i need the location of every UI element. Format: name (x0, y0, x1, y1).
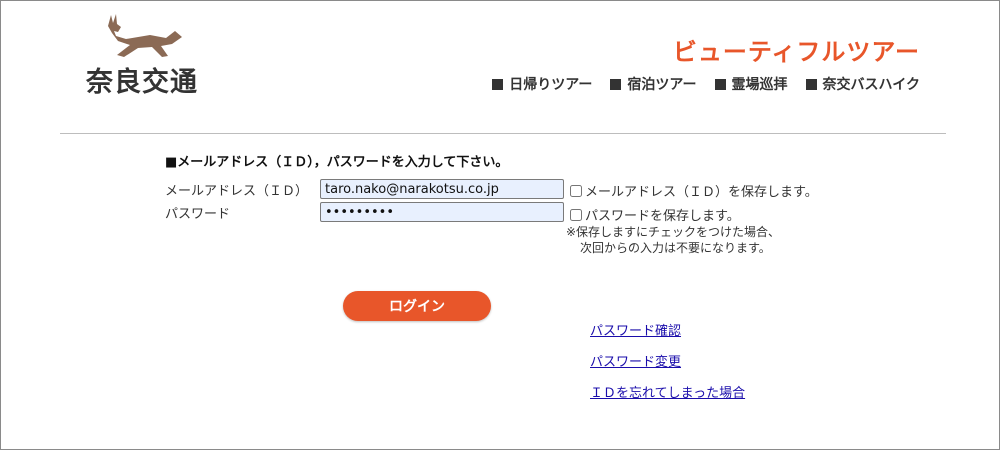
save-password-option: パスワードを保存します。 (570, 205, 740, 224)
save-email-option: メールアドレス（ＩＤ）を保存します。 (570, 181, 818, 200)
nav-item-label: 奈交バスハイク (822, 77, 920, 93)
nav-item-bus-hike[interactable]: 奈交バスハイク (805, 74, 920, 94)
header-divider (60, 133, 946, 134)
tour-nav: 日帰りツアー 宿泊ツアー 霊場巡拝 奈交バスハイク (492, 74, 920, 94)
square-bullet-icon (805, 78, 817, 90)
save-email-label[interactable]: メールアドレス（ＩＤ）を保存します。 (585, 181, 818, 200)
square-bullet-icon (714, 78, 726, 90)
password-change-link[interactable]: パスワード変更 (590, 351, 681, 370)
password-confirm-link[interactable]: パスワード確認 (590, 320, 681, 339)
square-bullet-icon (492, 78, 504, 90)
save-email-checkbox[interactable] (570, 184, 582, 197)
save-password-label[interactable]: パスワードを保存します。 (585, 205, 740, 224)
nav-item-label: 日帰りツアー (509, 77, 593, 93)
nav-item-overnight[interactable]: 宿泊ツアー (610, 74, 697, 94)
password-field[interactable] (320, 202, 564, 222)
nav-item-label: 宿泊ツアー (627, 77, 697, 93)
nav-item-pilgrimage[interactable]: 霊場巡拝 (714, 74, 788, 94)
email-label: メールアドレス（ＩＤ） (165, 184, 309, 199)
login-button[interactable]: ログイン (343, 291, 491, 321)
save-note: ※保存しますにチェックをつけた場合、 次回からの入力は不要になります。 (566, 224, 780, 256)
nav-item-label: 霊場巡拝 (731, 77, 788, 93)
logo-text: 奈良交通 (86, 67, 198, 98)
save-note-line: ※保存しますにチェックをつけた場合、 (566, 225, 781, 239)
forgot-id-link[interactable]: ＩＤを忘れてしまった場合 (590, 382, 745, 401)
save-password-checkbox[interactable] (570, 208, 582, 221)
email-field[interactable] (320, 179, 564, 199)
square-bullet-icon (610, 78, 622, 90)
login-instruction: ■メールアドレス（ＩＤ），パスワードを入力して下さい。 (165, 155, 509, 170)
brand-title: ビューティフルツアー (672, 38, 920, 66)
save-note-line: 次回からの入力は不要になります。 (580, 241, 771, 255)
nav-item-day-trip[interactable]: 日帰りツアー (492, 74, 592, 94)
narakotsu-logo[interactable]: 奈良交通 (86, 12, 206, 98)
deer-icon (108, 14, 182, 57)
password-label: パスワード (165, 207, 231, 222)
